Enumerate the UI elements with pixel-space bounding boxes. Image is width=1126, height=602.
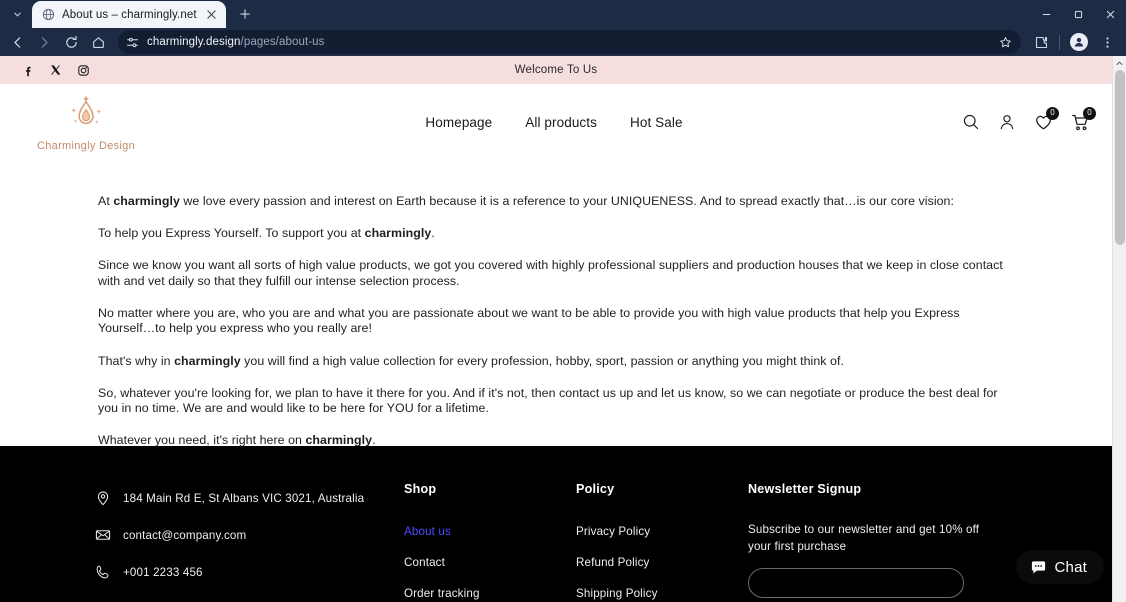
list-item: Order tracking [404,584,576,602]
globe-favicon [42,8,55,21]
browser-toolbar: charmingly.design/pages/about-us [0,28,1126,56]
instagram-icon[interactable] [77,64,90,77]
about-us-content: At charmingly we love every passion and … [0,160,1112,447]
browser-chrome: About us – charmingly.net charmingly.des… [0,0,1126,56]
tab-search-chevron-icon[interactable] [4,1,30,27]
footer-link-privacy-policy[interactable]: Privacy Policy [576,525,650,538]
footer-link-contact[interactable]: Contact [404,556,445,569]
footer-policy-links: Privacy Policy Refund Policy Shipping Po… [576,522,748,602]
search-icon[interactable] [962,113,980,131]
url-domain: charmingly.design [147,36,241,48]
page-scrollbar[interactable] [1112,56,1126,602]
footer-contact-column: 184 Main Rd E, St Albans VIC 3021, Austr… [94,482,404,602]
back-arrow-icon[interactable] [4,30,30,54]
star-icon[interactable] [995,36,1015,49]
footer-policy-heading: Policy [576,482,615,496]
footer-address-row: 184 Main Rd E, St Albans VIC 3021, Austr… [94,490,404,506]
tab-title: About us – charmingly.net [62,8,197,21]
url-path: /pages/about-us [240,36,325,48]
newsletter-description: Subscribe to our newsletter and get 10% … [748,523,980,553]
nav-item-all-products[interactable]: All products [525,115,597,130]
site-logo[interactable]: Charmingly Design [26,93,146,152]
address-bar-url: charmingly.design/pages/about-us [147,36,988,48]
browser-tab[interactable]: About us – charmingly.net [32,1,226,28]
reload-icon[interactable] [58,30,84,54]
footer-link-shipping-policy[interactable]: Shipping Policy [576,587,658,600]
newsletter-heading: Newsletter Signup [748,482,862,496]
nav-item-homepage[interactable]: Homepage [425,115,492,130]
toolbar-divider [1059,34,1060,50]
tab-close-icon[interactable] [204,7,219,22]
site-header: Charmingly Design Homepage All products … [0,84,1112,160]
footer-shop-links: About us Contact Order tracking [404,522,576,602]
footer-email-text: contact@company.com [123,528,247,542]
three-dot-menu-icon[interactable] [1094,30,1120,54]
x-twitter-icon[interactable] [50,64,62,76]
list-item: Contact [404,553,576,571]
footer-link-about-us[interactable]: About us [404,525,451,538]
footer-phone-text: +001 2233 456 [123,565,203,579]
newsletter-email-input[interactable] [748,568,964,598]
window-maximize-button[interactable] [1062,0,1094,28]
forward-arrow-icon[interactable] [31,30,57,54]
window-minimize-button[interactable] [1030,0,1062,28]
teardrop-logo-icon [71,95,102,124]
footer-link-order-tracking[interactable]: Order tracking [404,587,480,600]
extensions-puzzle-icon[interactable] [1028,30,1054,54]
cart-icon[interactable]: 0 [1071,106,1096,132]
scrollbar-up-arrow-icon[interactable] [1113,56,1126,70]
window-close-button[interactable] [1094,0,1126,28]
scrollbar-thumb[interactable] [1115,70,1125,245]
footer-shop-heading: Shop [404,482,437,496]
envelope-icon [94,527,111,543]
window-controls [1030,0,1126,28]
nav-item-hot-sale[interactable]: Hot Sale [630,115,683,130]
paragraph: That's why in charmingly you will find a… [98,353,844,368]
paragraph: So, whatever you're looking for, we plan… [98,385,998,416]
home-icon[interactable] [85,30,111,54]
site-footer: 184 Main Rd E, St Albans VIC 3021, Austr… [0,446,1112,602]
footer-shop-column: Shop About us Contact Order tracking [404,482,576,602]
page-viewport: Welcome To Us Charmingly Design Homepage… [0,56,1126,602]
list-item: Shipping Policy [576,584,748,602]
list-item: Privacy Policy [576,522,748,540]
chat-widget-button[interactable]: Chat [1015,550,1104,584]
wishlist-icon[interactable]: 0 [1034,106,1059,132]
footer-address-text: 184 Main Rd E, St Albans VIC 3021, Austr… [123,491,365,505]
footer-policy-column: Policy Privacy Policy Refund Policy Ship… [576,482,748,602]
paragraph: No matter where you are, who you are and… [98,305,960,336]
profile-avatar-icon[interactable] [1070,33,1088,51]
account-icon[interactable] [998,113,1016,131]
paragraph: At charmingly we love every passion and … [98,194,954,208]
paragraph: Since we know you want all sorts of high… [98,258,1003,288]
footer-link-refund-policy[interactable]: Refund Policy [576,556,649,569]
announcement-bar: Welcome To Us [0,56,1112,84]
address-bar[interactable]: charmingly.design/pages/about-us [118,30,1021,54]
footer-phone-row[interactable]: +001 2233 456 [94,564,404,580]
facebook-icon[interactable] [22,64,35,77]
header-icon-group: 0 0 [962,106,1096,132]
footer-newsletter-column: Newsletter Signup Subscribe to our newsl… [748,482,988,602]
wishlist-count-badge: 0 [1046,106,1059,120]
cart-count-badge: 0 [1083,106,1096,120]
logo-text: Charmingly Design [36,139,136,152]
main-navigation: Homepage All products Hot Sale [146,115,962,130]
chat-label: Chat [1054,558,1087,576]
footer-email-row[interactable]: contact@company.com [94,527,404,543]
tab-strip: About us – charmingly.net [0,0,1126,28]
chat-bubble-icon [1030,559,1047,576]
list-item: About us [404,522,576,540]
social-links [22,64,90,77]
page-settings-icon[interactable] [125,36,140,49]
list-item: Refund Policy [576,553,748,571]
location-pin-icon [94,490,111,506]
phone-icon [94,564,111,580]
paragraph: To help you Express Yourself. To support… [98,226,435,241]
web-page: Welcome To Us Charmingly Design Homepage… [0,56,1112,602]
announcement-text: Welcome To Us [514,64,598,76]
new-tab-button[interactable] [232,1,258,27]
